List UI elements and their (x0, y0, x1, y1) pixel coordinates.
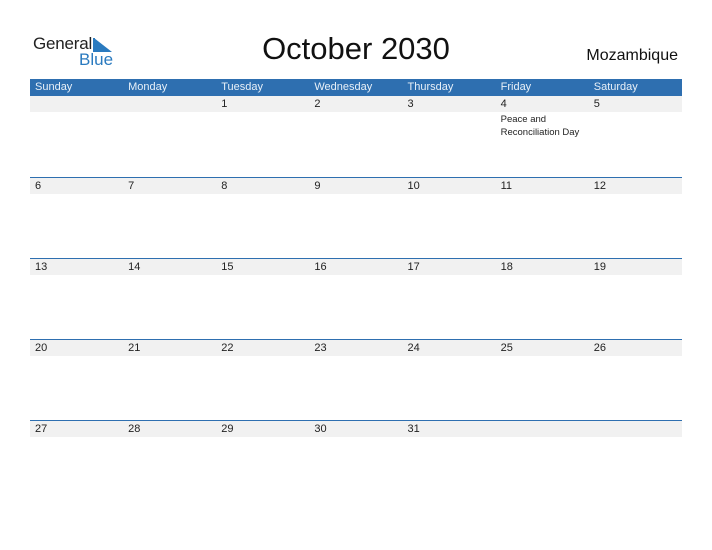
holiday-label (589, 194, 682, 195)
day-number: 10 (407, 180, 420, 192)
day-number: 11 (500, 180, 513, 192)
holiday-label (30, 356, 123, 357)
day-number: 15 (221, 261, 234, 273)
holiday-label (496, 275, 589, 276)
week-row: 1 2 3 4 5 Peace and Reconciliation Day (30, 96, 682, 177)
week-row: 6 7 8 9 10 11 12 (30, 177, 682, 258)
holiday-label (216, 112, 309, 139)
holiday-label (123, 356, 216, 357)
day-number: 5 (593, 98, 600, 110)
day-number: 30 (314, 423, 327, 435)
holiday-label (30, 437, 123, 438)
day-number: 18 (500, 261, 513, 273)
events-row (30, 194, 682, 195)
holiday-label (309, 275, 402, 276)
date-strip: 6 7 8 9 10 11 12 (30, 178, 682, 194)
weekday-thursday: Thursday (407, 81, 454, 93)
events-row (30, 275, 682, 276)
holiday-label (216, 275, 309, 276)
day-number: 16 (314, 261, 327, 273)
date-strip: 20 21 22 23 24 25 26 (30, 340, 682, 356)
holiday-label (123, 275, 216, 276)
calendar-grid: Sunday Monday Tuesday Wednesday Thursday… (30, 79, 682, 501)
events-row: Peace and Reconciliation Day (30, 112, 682, 139)
holiday-label (403, 112, 496, 139)
week-row: 20 21 22 23 24 25 26 (30, 339, 682, 420)
holiday-label (216, 437, 309, 438)
day-number (30, 96, 123, 112)
day-number: 26 (593, 342, 606, 354)
weekday-saturday: Saturday (593, 81, 638, 93)
day-number: 3 (407, 98, 414, 110)
weekday-friday: Friday (500, 81, 532, 93)
weekday-sunday: Sunday (35, 81, 73, 93)
holiday-label (496, 356, 589, 357)
day-number: 24 (407, 342, 420, 354)
holiday-label (123, 437, 216, 438)
day-number: 29 (221, 423, 234, 435)
holiday-label (589, 356, 682, 357)
holiday-label (309, 112, 402, 139)
weekday-header: Sunday Monday Tuesday Wednesday Thursday… (30, 79, 682, 96)
holiday-label (496, 437, 589, 438)
holiday-label (403, 194, 496, 195)
holiday-label (589, 275, 682, 276)
events-row (30, 356, 682, 357)
day-number: 25 (500, 342, 513, 354)
holiday-label (30, 275, 123, 276)
weekday-tuesday: Tuesday (221, 81, 264, 93)
holiday-label (496, 194, 589, 195)
day-number: 31 (407, 423, 420, 435)
day-number: 13 (35, 261, 48, 273)
day-number: 17 (407, 261, 420, 273)
day-number: 27 (35, 423, 48, 435)
date-strip: 27 28 29 30 31 (30, 421, 682, 437)
day-number: 23 (314, 342, 327, 354)
holiday-label (309, 437, 402, 438)
day-number: 2 (314, 98, 321, 110)
country-name: Mozambique (586, 47, 678, 64)
holiday-label (123, 112, 216, 139)
holiday-label (123, 194, 216, 195)
day-number: 14 (128, 261, 141, 273)
day-number: 6 (35, 180, 42, 192)
week-row: 27 28 29 30 31 (30, 420, 682, 501)
holiday-label (309, 356, 402, 357)
day-number (123, 96, 216, 112)
holiday-label (30, 194, 123, 195)
holiday-label (309, 194, 402, 195)
day-number: 9 (314, 180, 321, 192)
day-number (589, 421, 682, 437)
weekday-wednesday: Wednesday (314, 81, 373, 93)
date-strip: 1 2 3 4 5 (30, 96, 682, 112)
day-number: 19 (593, 261, 606, 273)
weekday-monday: Monday (128, 81, 168, 93)
day-number: 22 (221, 342, 234, 354)
holiday-label (403, 437, 496, 438)
holiday-label (589, 437, 682, 438)
holiday-label (30, 112, 123, 139)
day-number: 1 (221, 98, 228, 110)
holiday-label (589, 112, 682, 139)
events-row (30, 437, 682, 438)
holiday-label (403, 356, 496, 357)
day-number: 20 (35, 342, 48, 354)
day-number: 4 (500, 98, 507, 110)
holiday-label (216, 356, 309, 357)
day-number: 8 (221, 180, 228, 192)
date-strip: 13 14 15 16 17 18 19 (30, 259, 682, 275)
day-number: 28 (128, 423, 141, 435)
holiday-label (403, 275, 496, 276)
holiday-label (216, 194, 309, 195)
day-number (496, 421, 589, 437)
day-number: 12 (593, 180, 606, 192)
day-number: 7 (128, 180, 135, 192)
holiday-label: Peace and Reconciliation Day (500, 114, 580, 138)
day-number: 21 (128, 342, 141, 354)
week-row: 13 14 15 16 17 18 19 (30, 258, 682, 339)
